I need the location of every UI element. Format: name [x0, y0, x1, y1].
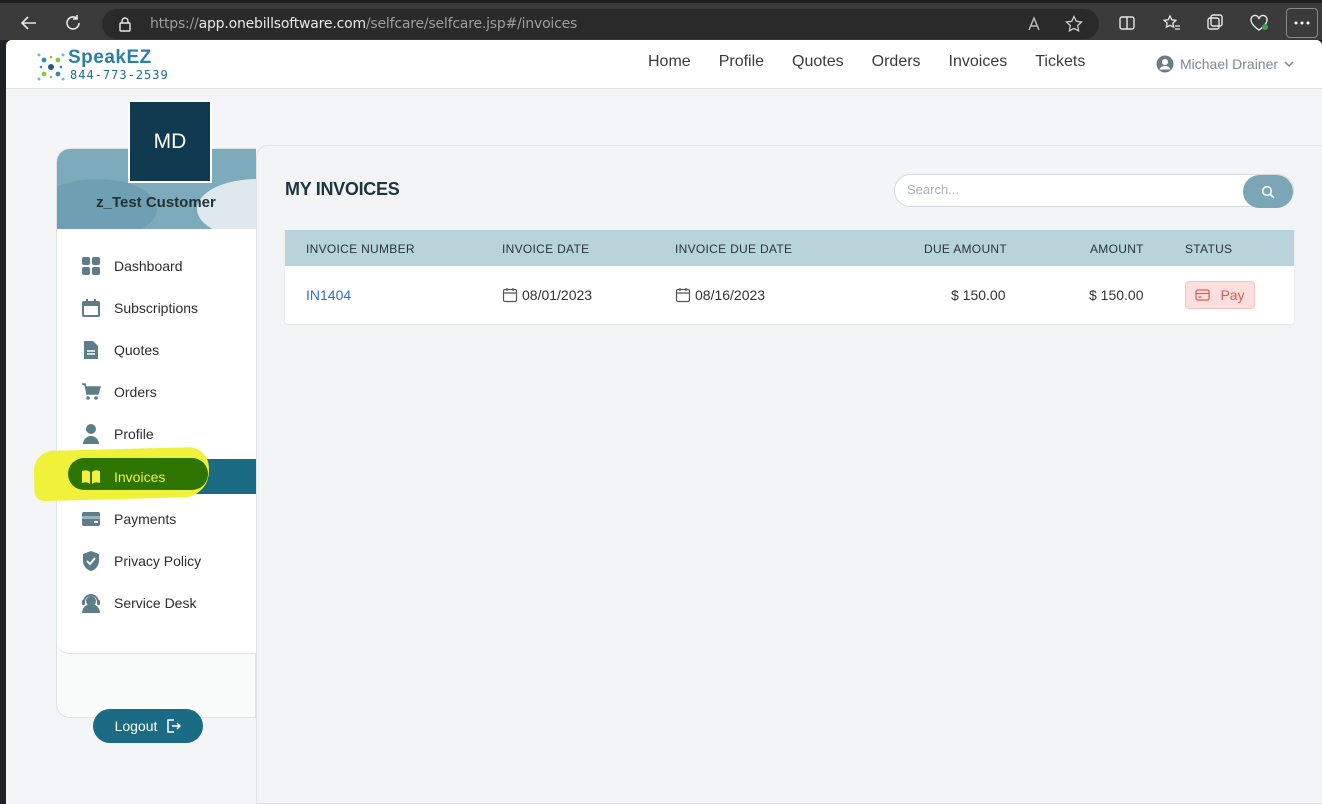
- brand-phone: 844-773-2539: [70, 68, 169, 82]
- user-name: Michael Drainer: [1180, 56, 1279, 72]
- logout-icon: [167, 719, 182, 733]
- invoice-date-cell: 08/01/2023: [502, 287, 592, 303]
- nav-tickets[interactable]: Tickets: [1035, 53, 1085, 71]
- logout-label: Logout: [114, 718, 158, 734]
- book-icon: [80, 466, 102, 488]
- sidebar-item-dashboard[interactable]: Dashboard: [62, 245, 256, 287]
- favorite-star-icon[interactable]: [1065, 14, 1083, 38]
- sidebar-item-label: Profile: [114, 426, 154, 442]
- nav-quotes[interactable]: Quotes: [792, 53, 844, 71]
- column-header-invoice-due-date[interactable]: INVOICE DUE DATE: [675, 242, 792, 256]
- user-icon: [80, 423, 102, 445]
- sidebar-item-label: Subscriptions: [114, 300, 199, 316]
- logout-button[interactable]: Logout: [93, 709, 203, 743]
- nav-invoices[interactable]: Invoices: [949, 53, 1008, 71]
- main-nav: Home Profile Quotes Orders Invoices Tick…: [648, 53, 1085, 71]
- back-icon[interactable]: [14, 8, 44, 38]
- top-navigation: SpeakEZ 844-773-2539 Home Profile Quotes…: [6, 40, 1322, 89]
- cart-icon: [80, 381, 102, 403]
- customer-name: z_Test Customer: [96, 194, 216, 211]
- url-text: https://app.onebillsoftware.com/selfcare…: [150, 16, 577, 32]
- sidebar-item-label: Orders: [114, 384, 157, 400]
- pay-button[interactable]: Pay: [1185, 281, 1255, 309]
- sidebar-item-subscriptions[interactable]: Subscriptions: [62, 287, 256, 329]
- url-scheme: https://: [150, 16, 199, 32]
- column-header-due-amount[interactable]: DUE AMOUNT: [924, 242, 1007, 256]
- pay-label: Pay: [1220, 287, 1245, 303]
- chevron-down-icon: [1284, 61, 1294, 68]
- split-screen-icon[interactable]: [1112, 8, 1142, 38]
- sidebar-item-payments[interactable]: Payments: [62, 498, 256, 540]
- brand-name: SpeakEZ: [68, 47, 152, 68]
- table-header: INVOICE NUMBER INVOICE DATE INVOICE DUE …: [285, 230, 1294, 266]
- nav-profile[interactable]: Profile: [719, 53, 764, 71]
- invoices-table: INVOICE NUMBER INVOICE DATE INVOICE DUE …: [285, 230, 1294, 324]
- performance-heart-icon[interactable]: [1244, 8, 1274, 38]
- wallet-icon: [80, 508, 102, 530]
- address-bar[interactable]: https://app.onebillsoftware.com/selfcare…: [102, 9, 1099, 39]
- calendar-icon: [675, 288, 691, 303]
- more-options-icon[interactable]: [1286, 8, 1318, 38]
- calendar-icon: [80, 297, 102, 319]
- sidebar-item-privacy-policy[interactable]: Privacy Policy: [62, 540, 256, 582]
- nav-home[interactable]: Home: [648, 53, 691, 71]
- sidebar-item-service-desk[interactable]: Service Desk: [62, 582, 256, 624]
- sidebar-item-orders[interactable]: Orders: [62, 371, 256, 413]
- column-header-status[interactable]: STATUS: [1185, 242, 1232, 256]
- credit-card-icon: [1195, 289, 1211, 301]
- sidebar-item-label: Quotes: [114, 342, 160, 358]
- search-button[interactable]: [1243, 175, 1293, 208]
- browser-toolbar: https://app.onebillsoftware.com/selfcare…: [0, 0, 1322, 40]
- column-header-amount[interactable]: AMOUNT: [1090, 242, 1144, 256]
- sidebar-item-quotes[interactable]: Quotes: [62, 329, 256, 371]
- search-icon: [1261, 185, 1275, 199]
- url-path: /selfcare/selfcare.jsp#/invoices: [365, 16, 578, 32]
- sidebar-item-label: Payments: [114, 511, 177, 527]
- due-date-value: 08/16/2023: [695, 287, 766, 303]
- sidebar-item-label: Service Desk: [114, 595, 197, 611]
- invoice-number-link[interactable]: IN1404: [306, 287, 351, 303]
- document-icon: [80, 339, 102, 361]
- due-date-cell: 08/16/2023: [675, 287, 765, 303]
- nav-orders[interactable]: Orders: [872, 53, 921, 71]
- calendar-icon: [502, 288, 518, 303]
- shield-icon: [80, 550, 102, 572]
- page-title: MY INVOICES: [285, 179, 400, 199]
- avatar[interactable]: MD: [128, 100, 212, 183]
- user-circle-icon: [1156, 55, 1174, 73]
- invoice-date-value: 08/01/2023: [522, 287, 593, 303]
- url-host: app.onebillsoftware.com: [198, 16, 366, 32]
- search-box: [894, 174, 1294, 208]
- search-input[interactable]: [907, 182, 1227, 197]
- dashboard-icon: [80, 255, 102, 277]
- sidebar-item-label: Dashboard: [114, 258, 183, 274]
- sidebar-item-invoices[interactable]: Invoices: [33, 446, 256, 502]
- sidebar-item-label: Invoices: [114, 468, 166, 485]
- favorites-icon[interactable]: [1157, 8, 1187, 38]
- column-header-invoice-date[interactable]: INVOICE DATE: [502, 242, 589, 256]
- sidebar-item-label: Privacy Policy: [114, 553, 202, 569]
- column-header-invoice-number[interactable]: INVOICE NUMBER: [306, 242, 415, 256]
- sidebar-menu: Dashboard Subscriptions Quotes Orders Pr…: [33, 245, 256, 624]
- refresh-icon[interactable]: [58, 8, 88, 38]
- user-menu[interactable]: Michael Drainer: [1156, 55, 1294, 73]
- read-aloud-icon[interactable]: [1027, 15, 1045, 38]
- headset-icon: [80, 592, 102, 614]
- logo-dots-icon: [37, 53, 65, 81]
- lock-icon: [118, 16, 132, 37]
- collections-icon[interactable]: [1200, 8, 1230, 38]
- amount-cell: $ 150.00: [1089, 287, 1144, 303]
- due-amount-cell: $ 150.00: [951, 287, 1006, 303]
